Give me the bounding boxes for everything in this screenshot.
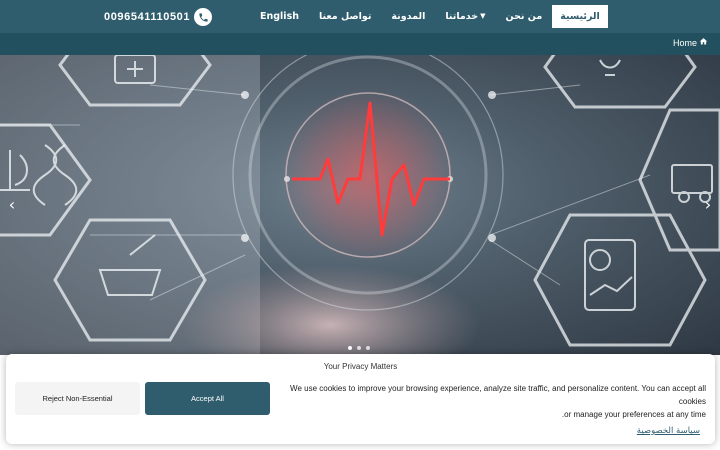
phone-contact[interactable]: 0096541110501 (104, 8, 213, 26)
reject-cookies-button[interactable]: Reject Non-Essential (15, 382, 140, 415)
slider-prev-button[interactable]: ‹ (4, 195, 20, 215)
slider-dot[interactable] (348, 346, 352, 350)
main-nav: English تواصل معنا المدونة خدماتنا ▼ من ن… (250, 5, 608, 28)
breadcrumb-bar: Home (0, 33, 720, 55)
cookie-banner: Your Privacy Matters Reject Non-Essentia… (6, 354, 715, 444)
hero-illustration (0, 55, 720, 355)
nav-english[interactable]: English (250, 5, 309, 28)
accept-cookies-button[interactable]: Accept All (145, 382, 270, 415)
cookie-title: Your Privacy Matters (323, 362, 398, 371)
breadcrumb-home-label: Home (672, 37, 697, 48)
nav-blog[interactable]: المدونة (381, 5, 435, 28)
chevron-down-icon: ▼ (480, 12, 486, 20)
nav-services[interactable]: خدماتنا ▼ (435, 5, 495, 28)
home-icon (699, 37, 708, 48)
privacy-policy-link[interactable]: سياسة الخصوصية (637, 426, 700, 436)
top-navbar: 0096541110501 English تواصل معنا المدونة… (0, 0, 720, 33)
cookie-message-line: or manage your preferences at any time. (561, 410, 706, 419)
chevron-left-icon: ‹ (8, 195, 16, 214)
nav-home[interactable]: الرئيسية (552, 5, 608, 28)
phone-icon (194, 8, 213, 26)
slider-dot[interactable] (357, 346, 361, 350)
breadcrumb[interactable]: Home (673, 37, 708, 48)
nav-about[interactable]: من نحن (496, 5, 553, 28)
cookie-message-line: We use cookies to improve your browsing … (290, 384, 706, 406)
slider-next-button[interactable]: › (700, 195, 716, 215)
hero-slider: ‹ › (0, 55, 720, 355)
phone-number[interactable]: 0096541110501 (104, 11, 190, 23)
slider-dots (348, 346, 370, 350)
nav-contact[interactable]: تواصل معنا (309, 5, 381, 28)
slider-dot[interactable] (366, 346, 370, 350)
cookie-message: We use cookies to improve your browsing … (276, 382, 706, 421)
nav-services-label: خدماتنا (445, 11, 479, 22)
chevron-right-icon: › (704, 195, 712, 214)
